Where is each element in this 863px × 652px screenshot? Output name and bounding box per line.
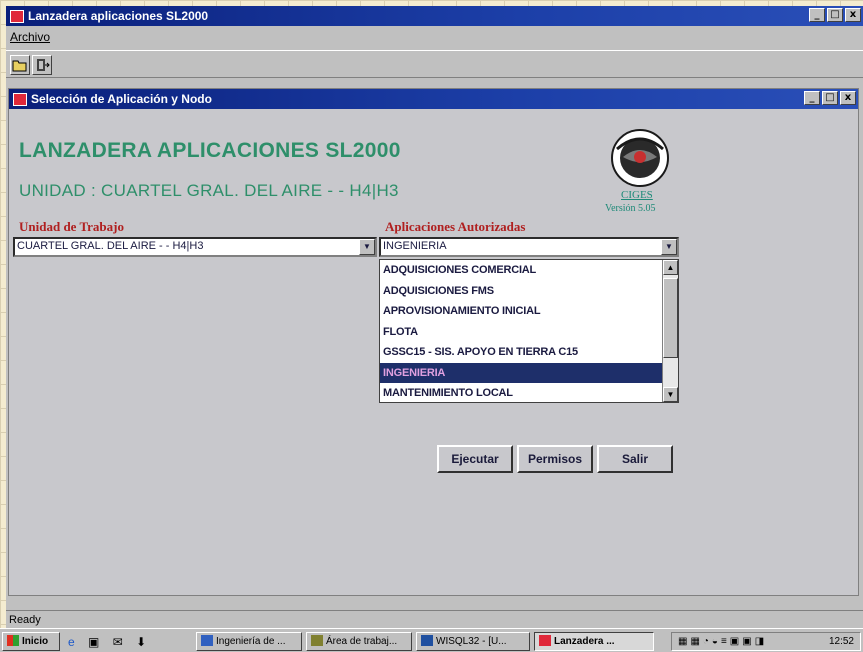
- exit-door-icon: [37, 59, 50, 71]
- unidad-trabajo-select[interactable]: CUARTEL GRAL. DEL AIRE - - H4|H3 ▼: [13, 237, 377, 257]
- folder-icon: [12, 60, 27, 72]
- taskbar-item-lanzadera[interactable]: Lanzadera ...: [534, 632, 654, 651]
- ie-icon[interactable]: e: [68, 635, 75, 649]
- dialog-close-button[interactable]: x: [840, 91, 856, 105]
- main-title-bar[interactable]: Lanzadera aplicaciones SL2000 _ □ x: [6, 6, 863, 26]
- windows-logo-icon: [7, 635, 19, 646]
- logo-label[interactable]: CIGES: [621, 189, 653, 201]
- dialog-minimize-button[interactable]: _: [804, 91, 820, 105]
- maximize-button[interactable]: □: [827, 8, 843, 22]
- taskbar-item-ingenieria[interactable]: Ingeniería de ...: [196, 632, 302, 651]
- scroll-thumb[interactable]: [663, 278, 678, 358]
- exit-app-button[interactable]: [32, 55, 52, 75]
- dialog-title: Selección de Aplicación y Nodo: [31, 92, 212, 106]
- start-button[interactable]: Inicio: [2, 632, 60, 651]
- dialog-title-bar[interactable]: Selección de Aplicación y Nodo _ □ x: [9, 89, 858, 109]
- dropdown-scrollbar[interactable]: ▲ ▼: [662, 260, 678, 402]
- app-window-icon: [311, 635, 323, 646]
- permisos-button[interactable]: Permisos: [517, 445, 593, 473]
- menu-bar: Archivo: [6, 28, 863, 46]
- dialog-icon: [13, 92, 27, 106]
- dropdown-option[interactable]: ADQUISICIONES FMS: [380, 281, 662, 302]
- channels-icon[interactable]: ⬇: [136, 635, 146, 649]
- taskbar-item-wisql32[interactable]: WISQL32 - [U...: [416, 632, 530, 651]
- taskbar-item-area-trabajo[interactable]: Área de trabaj...: [306, 632, 412, 651]
- dropdown-option[interactable]: INGENIERIA: [380, 362, 662, 383]
- dropdown-option[interactable]: APROVISIONAMIENTO INICIAL: [380, 301, 662, 322]
- desktop-icon[interactable]: ▣: [88, 635, 99, 649]
- version-label: Versión 5.05: [605, 203, 656, 214]
- quick-launch: e ▣ ✉ ⬇: [68, 633, 178, 651]
- app-window-icon: [421, 635, 433, 646]
- aplicaciones-value: INGENIERIA: [383, 240, 447, 252]
- salir-button[interactable]: Salir: [597, 445, 673, 473]
- system-tray: ▦▦◔◒≡▣▣◨ 12:52: [671, 632, 861, 651]
- menu-archivo[interactable]: Archivo: [10, 30, 50, 44]
- tray-icons[interactable]: ▦▦◔◒≡▣▣◨: [678, 633, 767, 650]
- ejecutar-button[interactable]: Ejecutar: [437, 445, 513, 473]
- scroll-up-icon[interactable]: ▲: [663, 260, 678, 275]
- page-heading: LANZADERA APLICACIONES SL2000: [19, 139, 401, 162]
- close-button[interactable]: x: [845, 8, 861, 22]
- clock[interactable]: 12:52: [829, 633, 854, 650]
- status-bar: Ready: [6, 610, 863, 628]
- chevron-down-icon[interactable]: ▼: [661, 239, 677, 255]
- aplicaciones-label: Aplicaciones Autorizadas: [385, 219, 526, 234]
- unidad-line: UNIDAD : CUARTEL GRAL. DEL AIRE - - H4|H…: [19, 181, 399, 200]
- window-title: Lanzadera aplicaciones SL2000: [28, 9, 209, 23]
- aplicaciones-select[interactable]: INGENIERIA ▼: [379, 237, 679, 257]
- dropdown-option[interactable]: FLOTA: [380, 322, 662, 343]
- outlook-icon[interactable]: ✉: [113, 635, 123, 649]
- unidad-trabajo-label: Unidad de Trabajo: [19, 219, 124, 234]
- selection-dialog: Selección de Aplicación y Nodo _ □ x LAN…: [8, 88, 859, 596]
- app-icon: [10, 9, 24, 23]
- unidad-trabajo-value: CUARTEL GRAL. DEL AIRE - - H4|H3: [17, 240, 204, 252]
- toolbar: [6, 50, 863, 78]
- ciges-logo-icon: [611, 129, 669, 187]
- minimize-button[interactable]: _: [809, 8, 825, 22]
- dropdown-option[interactable]: MANTENIMIENTO LOCAL: [380, 383, 662, 404]
- taskbar: Inicio e ▣ ✉ ⬇ Ingeniería de ... Área de…: [0, 628, 863, 652]
- dropdown-option[interactable]: ADQUISICIONES COMERCIAL: [380, 260, 662, 281]
- app-window-icon: [539, 635, 551, 646]
- app-window-icon: [201, 635, 213, 646]
- scroll-down-icon[interactable]: ▼: [663, 387, 678, 402]
- open-folder-button[interactable]: [10, 55, 30, 75]
- main-window: Lanzadera aplicaciones SL2000 _ □ x Arch…: [6, 6, 863, 628]
- aplicaciones-dropdown-list[interactable]: ADQUISICIONES COMERCIAL ADQUISICIONES FMS…: [379, 259, 679, 403]
- dialog-maximize-button[interactable]: □: [822, 91, 838, 105]
- chevron-down-icon[interactable]: ▼: [359, 239, 375, 255]
- dropdown-option[interactable]: GSSC15 - SIS. APOYO EN TIERRA C15: [380, 342, 662, 363]
